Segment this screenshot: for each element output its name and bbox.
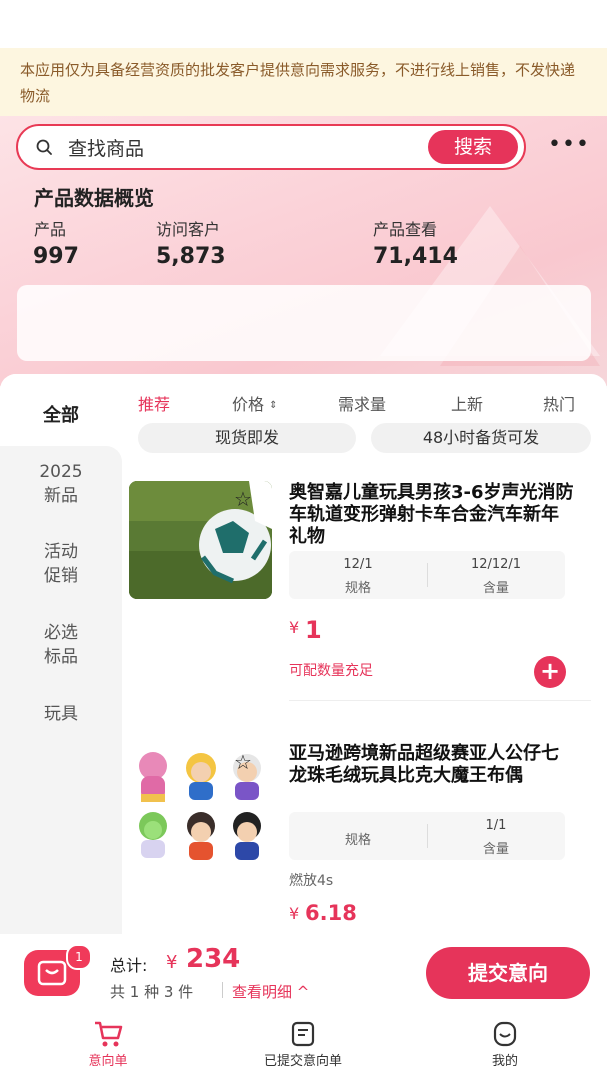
stat-value-products: 997 [33,244,79,269]
price-symbol: ¥ [289,904,300,923]
search-icon [36,139,52,155]
overview-title: 产品数据概览 [34,186,154,210]
banner-card[interactable] [17,285,591,361]
document-icon [291,1021,315,1047]
content-value: 1/1 [485,818,507,833]
notice-banner: 本应用仅为具备经营资质的批发客户提供意向需求服务，不进行线上销售，不发快递物流 [0,48,607,116]
content-label: 含量 [482,842,509,857]
submit-intent-button[interactable]: 提交意向 [426,947,590,999]
total-symbol: ¥ [166,952,178,973]
product-spec-box: 规格 1/1 含量 [289,812,565,860]
sort-demand[interactable]: 需求量 [338,391,386,415]
profile-icon [493,1021,517,1047]
view-details-link[interactable]: 查看明细 ^ [232,981,309,1002]
add-to-cart-button[interactable]: + [534,656,566,688]
product-title[interactable]: 奥智嘉儿童玩具男孩3-6岁声光消防车轨道变形弹射卡车合金汽车新年礼物 [289,482,574,548]
category-new-2025[interactable]: 2025 新品 [0,460,122,508]
cart-summary: 共 1 种 3 件 [110,983,194,1001]
sort-price-label: 价格 [232,395,265,414]
category-toys[interactable]: 玩具 [0,702,122,726]
tab-label: 已提交意向单 [263,1054,342,1069]
spec-value: 12/1 [343,557,373,572]
filter-in-stock[interactable]: 现货即发 [138,423,356,453]
cart-icon [95,1021,123,1047]
category-promotion[interactable]: 活动 促销 [0,540,122,588]
content-label: 含量 [482,581,509,596]
cart-count-badge: 1 [66,944,92,970]
stat-label-products: 产品 [34,220,67,239]
category-all[interactable]: 全部 [0,374,122,446]
search-bar[interactable]: 查找商品 搜索 [16,124,526,170]
tab-bar: 意向单 已提交意向单 我的 [0,1018,607,1080]
search-input[interactable]: 查找商品 [68,134,144,161]
stock-status: 可配数量充足 [289,663,373,679]
favorite-star-icon[interactable]: ☆ [234,487,252,511]
sort-newest[interactable]: 上新 [451,391,483,415]
product-spec-box: 12/1 规格 12/12/1 含量 [289,551,565,599]
sort-price[interactable]: 价格 ⇕ [232,391,278,415]
spec-label: 规格 [344,833,371,848]
price-symbol: ¥ [289,618,300,637]
divider [289,700,591,701]
favorite-star-icon[interactable]: ☆ [234,750,252,774]
tab-label: 意向单 [88,1054,128,1069]
stat-label-visitors: 访问客户 [156,220,221,239]
product-price: 1 [305,616,322,644]
total-label: 总计: [110,956,148,975]
content-value: 12/12/1 [470,557,522,572]
product-title[interactable]: 亚马逊跨境新品超级赛亚人公仔七龙珠毛绒玩具比克大魔王布偶 [289,743,574,787]
filter-48h[interactable]: 48小时备货可发 [371,423,591,453]
spec-label: 规格 [344,581,371,596]
stat-label-views: 产品查看 [373,220,438,239]
sort-hot[interactable]: 热门 [543,391,575,415]
category-standard[interactable]: 必选 标品 [0,621,122,669]
tab-label: 我的 [491,1054,518,1069]
sort-recommend[interactable]: 推荐 [138,391,170,415]
product-panel: 全部 2025 新品 活动 促销 必选 标品 玩具 推荐 价格 ⇕ 需求量 上新… [0,374,607,934]
sort-arrows-icon: ⇕ [269,400,278,411]
product-price: 6.18 [305,901,357,925]
product-note: 燃放4s [289,873,334,889]
category-sidebar [0,446,122,934]
stat-value-views: 71,414 [373,244,458,269]
status-bar [0,0,607,48]
stat-value-visitors: 5,873 [156,244,226,269]
search-button[interactable]: 搜索 [428,130,518,164]
total-amount: 234 [186,944,241,974]
more-icon[interactable]: ••• [548,134,590,156]
divider [222,982,223,998]
